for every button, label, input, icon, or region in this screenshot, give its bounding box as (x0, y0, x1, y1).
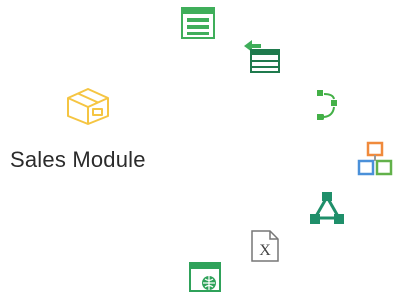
workflow-arrow-icon[interactable] (311, 88, 343, 122)
svg-text:X: X (259, 242, 271, 259)
excel-file-icon[interactable]: X (250, 229, 280, 263)
network-triangle-icon[interactable] (308, 190, 346, 226)
module-label[interactable]: Sales Module (10, 147, 146, 173)
import-table-icon[interactable] (243, 38, 281, 74)
hierarchy-blocks-icon[interactable] (357, 141, 393, 177)
web-window-icon[interactable] (189, 262, 221, 294)
list-window-icon[interactable] (181, 7, 215, 39)
package-box-icon[interactable] (64, 84, 112, 126)
